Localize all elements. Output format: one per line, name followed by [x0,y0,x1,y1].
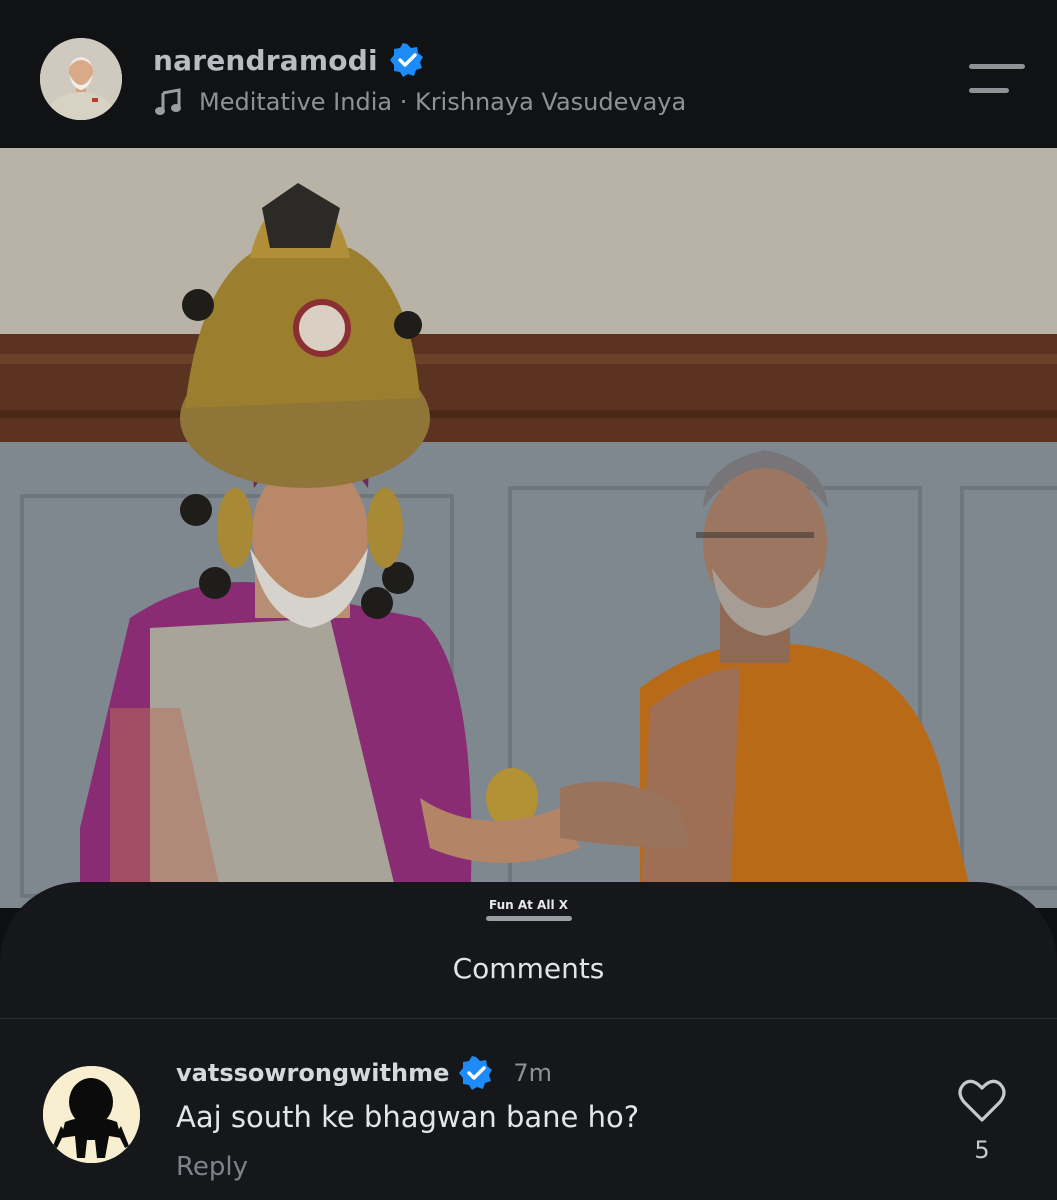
comments-title: Comments [452,952,605,985]
commenter-username[interactable]: vatssowrongwithme [176,1059,449,1087]
divider [0,1018,1057,1019]
reel-header: narendramodi Meditative India · Krishnay… [0,0,1057,148]
menu-icon [969,64,1025,69]
commenter-avatar[interactable] [43,1066,140,1163]
verified-icon [389,43,423,77]
comment-text: Aaj south ke bhagwan bane ho? [176,1100,640,1134]
comment-item: vatssowrongwithme 7m Aaj south ke bhagwa… [0,1032,1057,1200]
music-note-icon [155,88,181,115]
post-photo[interactable] [0,148,1057,908]
sheet-drag-handle[interactable] [486,916,572,921]
watermark-text: Fun At All X [488,898,568,912]
profile-username[interactable]: narendramodi [153,44,378,77]
audio-title: Meditative India · Krishnaya Vasudevaya [199,88,687,116]
comments-sheet: Fun At All X Comments vatssowrongwithme … [0,882,1057,1200]
heart-icon[interactable] [958,1078,1006,1124]
reply-button[interactable]: Reply [176,1152,248,1182]
menu-button[interactable] [969,64,1025,96]
like-count: 5 [974,1136,990,1164]
comment-timestamp: 7m [513,1059,553,1087]
profile-avatar[interactable] [40,38,122,120]
verified-icon [459,1056,493,1090]
audio-track[interactable]: Meditative India · Krishnaya Vasudevaya [153,84,686,120]
